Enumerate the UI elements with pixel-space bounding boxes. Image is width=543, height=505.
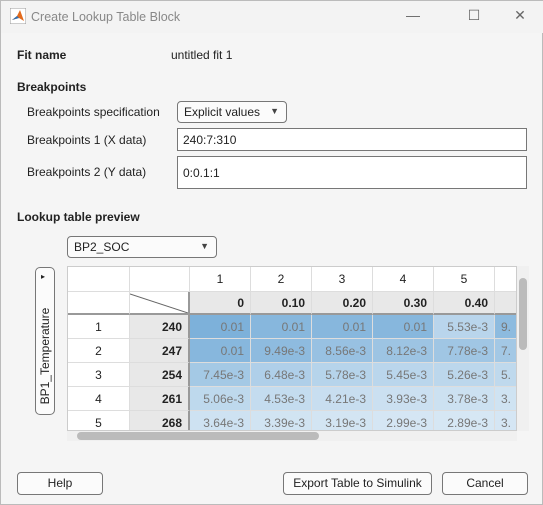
row-breakpoint-header: 247 [130,339,190,363]
table-cell: 5.06e-3 [190,387,251,411]
maximize-button[interactable]: ☐ [459,7,489,27]
column-index-header: 4 [373,267,434,292]
row-axis-label: BP1_Temperature [38,307,52,405]
matlab-icon [10,8,26,24]
table-cell: 5.26e-3 [434,363,495,387]
dropdown-value: Explicit values [184,105,261,119]
column-breakpoint-header: 0 [190,292,251,315]
table-cell: 9. [495,315,516,339]
row-breakpoint-header: 240 [130,315,190,339]
breakpoints-heading: Breakpoints [17,80,87,94]
column-breakpoint-header [495,292,516,315]
column-breakpoint-header: 0.20 [312,292,373,315]
dropdown-value: BP2_SOC [74,240,130,254]
column-breakpoint-header: 0.10 [251,292,312,315]
breakpoints-spec-dropdown[interactable]: Explicit values ▼ [177,101,287,123]
diagonal-line [130,293,188,313]
row-index-header: 3 [68,363,130,387]
table-cell: 5.53e-3 [434,315,495,339]
scroll-thumb[interactable] [77,432,319,440]
table-cell: 7.45e-3 [190,363,251,387]
row-breakpoint-header: 261 [130,387,190,411]
chevron-down-icon: ▼ [270,106,279,116]
table-cell: 7. [495,339,516,363]
table-cell: 2.89e-3 [434,411,495,430]
chevron-down-icon: ▼ [200,241,209,251]
table-cell: 0.01 [190,339,251,363]
table-cell: 5. [495,363,516,387]
table-cell: 3.93e-3 [373,387,434,411]
bp2-label: Breakpoints 2 (Y data) [27,165,147,179]
table-cell: 4.53e-3 [251,387,312,411]
column-breakpoint-dropdown[interactable]: BP2_SOC ▼ [67,236,217,258]
table-cell: 3.39e-3 [251,411,312,430]
expand-arrow-icon: ▸ [41,272,46,281]
fit-name-value: untitled fit 1 [171,48,233,62]
minimize-button[interactable]: — [398,7,428,27]
corner-cell [130,267,190,292]
row-index-header: 4 [68,387,130,411]
help-button[interactable]: Help [17,472,103,495]
table-cell: 3.64e-3 [190,411,251,430]
row-breakpoint-selector[interactable]: ▸ BP1_Temperature [35,267,55,415]
table-cell: 7.78e-3 [434,339,495,363]
table-cell: 0.01 [190,315,251,339]
table-cell: 4.21e-3 [312,387,373,411]
table-cell: 3.19e-3 [312,411,373,430]
horizontal-scrollbar[interactable] [67,431,517,441]
column-index-header: 2 [251,267,312,292]
breakpoints-spec-label: Breakpoints specification [27,105,160,119]
table-cell: 5.78e-3 [312,363,373,387]
column-index-header: 5 [434,267,495,292]
lookup-table-preview[interactable]: 1 0 2 0.10 3 0.20 4 0.30 5 0.40 1 240 0.01 0.01 0.01 0.… [67,266,517,431]
column-breakpoint-header: 0.30 [373,292,434,315]
table-cell: 3.78e-3 [434,387,495,411]
column-index-header: 3 [312,267,373,292]
corner-cell [68,292,130,315]
table-cell: 3. [495,411,516,430]
table-cell: 0.01 [251,315,312,339]
row-index-header: 2 [68,339,130,363]
row-breakpoint-header: 268 [130,411,190,430]
column-index-header [495,267,516,292]
bp2-input[interactable]: 0:0.1:1 [177,156,527,189]
preview-heading: Lookup table preview [17,210,140,224]
table-cell: 0.01 [373,315,434,339]
table-cell: 3. [495,387,516,411]
table-cell: 2.99e-3 [373,411,434,430]
row-index-header: 1 [68,315,130,339]
table-cell: 9.49e-3 [251,339,312,363]
window-title: Create Lookup Table Block [31,10,181,24]
corner-cell [130,292,190,315]
export-button[interactable]: Export Table to Simulink [283,472,432,495]
column-breakpoint-header: 0.40 [434,292,495,315]
table-cell: 8.12e-3 [373,339,434,363]
table-cell: 5.45e-3 [373,363,434,387]
close-button[interactable]: ✕ [505,7,535,27]
bp1-input[interactable]: 240:7:310 [177,128,527,151]
table-cell: 8.56e-3 [312,339,373,363]
table-cell: 6.48e-3 [251,363,312,387]
table-cell: 0.01 [312,315,373,339]
scroll-thumb[interactable] [519,278,527,350]
row-index-header: 5 [68,411,130,430]
corner-cell [68,267,130,292]
row-breakpoint-header: 254 [130,363,190,387]
bp1-label: Breakpoints 1 (X data) [27,133,147,147]
cancel-button[interactable]: Cancel [442,472,528,495]
column-index-header: 1 [190,267,251,292]
fit-name-label: Fit name [17,48,67,62]
vertical-scrollbar[interactable] [517,266,529,431]
